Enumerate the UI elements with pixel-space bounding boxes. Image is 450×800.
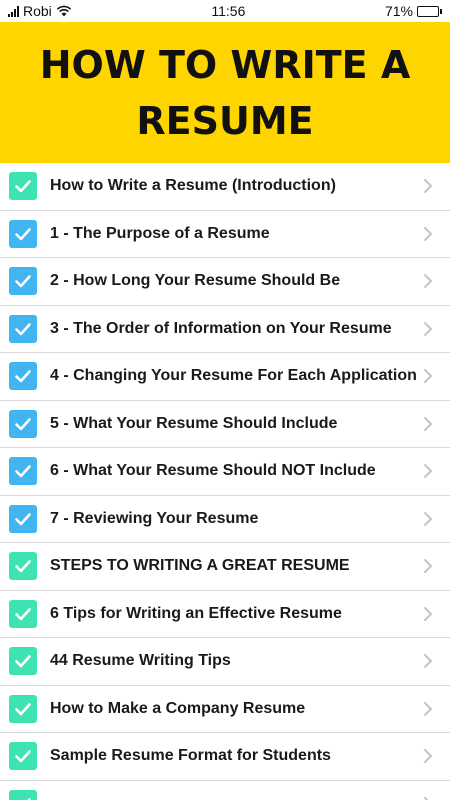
list-item[interactable]: How to Write a Resume (Introduction)	[0, 163, 450, 211]
checkbox-checked-icon	[9, 409, 37, 438]
list-item[interactable]: 44 Resume Writing Tips	[0, 638, 450, 686]
list-item[interactable]: 3 - The Order of Information on Your Res…	[0, 305, 450, 353]
checkbox-checked-icon	[9, 647, 37, 676]
chevron-right-icon	[416, 416, 440, 432]
list-item[interactable]: STEPS TO WRITING A GREAT RESUME	[0, 543, 450, 591]
chapter-list: How to Write a Resume (Introduction) 1 - …	[0, 163, 450, 800]
list-item-label: 7 - Reviewing Your Resume	[50, 509, 259, 527]
app-header: HOW TO WRITE A RESUME	[0, 22, 450, 163]
list-item[interactable]: 2 - How Long Your Resume Should Be	[0, 258, 450, 306]
checkbox-checked-icon	[9, 504, 37, 533]
checkbox-checked-icon	[9, 314, 37, 343]
list-item-label: 6 Tips for Writing an Effective Resume	[50, 604, 342, 622]
chevron-right-icon	[416, 653, 440, 669]
checkbox-checked-icon	[9, 362, 37, 391]
signal-icon	[8, 5, 19, 17]
checkbox-checked-icon	[9, 172, 37, 201]
list-item[interactable]: 5 - What Your Resume Should Include	[0, 400, 450, 448]
list-item-label: 3 - The Order of Information on Your Res…	[50, 319, 392, 337]
chevron-right-icon	[416, 796, 440, 800]
chevron-right-icon	[416, 463, 440, 479]
chevron-right-icon	[416, 273, 440, 289]
list-item-label: Sample Resume Format for Students	[50, 747, 331, 765]
battery-percent: 71%	[384, 3, 413, 19]
list-item-label: 2 - How Long Your Resume Should Be	[50, 272, 341, 290]
chevron-right-icon	[416, 321, 440, 337]
list-item-label: 6 - What Your Resume Should NOT Include	[50, 462, 376, 480]
chevron-right-icon	[416, 511, 440, 527]
list-item[interactable]: 7 - Reviewing Your Resume	[0, 495, 450, 543]
page-title: HOW TO WRITE A RESUME	[39, 42, 411, 143]
list-item-label: 5 - What Your Resume Should Include	[50, 414, 338, 432]
list-item[interactable]: 1 - The Purpose of a Resume	[0, 210, 450, 258]
list-item-label: How to Write a Resume (Introduction)	[50, 177, 336, 195]
list-item[interactable]: Sample Resume Format for Students	[0, 733, 450, 781]
checkbox-checked-icon	[9, 457, 37, 486]
clock: 11:56	[211, 3, 246, 19]
checkbox-checked-icon	[9, 789, 37, 800]
list-item[interactable]: 4 - Changing Your Resume For Each Applic…	[0, 353, 450, 401]
checkbox-checked-icon	[9, 599, 37, 628]
list-item-label: 4 - Changing Your Resume For Each Applic…	[50, 367, 416, 385]
list-item-label: STEPS TO WRITING A GREAT RESUME	[50, 557, 350, 575]
chevron-right-icon	[416, 606, 440, 622]
checkbox-checked-icon	[9, 552, 37, 581]
checkbox-checked-icon	[9, 219, 37, 248]
status-bar: Robi 11:56 71%	[0, 0, 450, 22]
checkbox-checked-icon	[9, 742, 37, 771]
list-item-label: How to Make a Company Resume	[50, 699, 306, 717]
chevron-right-icon	[416, 701, 440, 717]
carrier-name: Robi	[23, 3, 52, 19]
list-item[interactable]: 6 Tips for Writing an Effective Resume	[0, 590, 450, 638]
battery-icon	[416, 5, 442, 17]
list-item-label: 1 - The Purpose of a Resume	[50, 224, 270, 242]
chevron-right-icon	[416, 226, 440, 242]
list-item[interactable]: 6 - What Your Resume Should NOT Include	[0, 448, 450, 496]
list-item-label: 44 Resume Writing Tips	[50, 652, 231, 670]
list-item[interactable]: How to Make a Company Resume	[0, 685, 450, 733]
checkbox-checked-icon	[9, 694, 37, 723]
chevron-right-icon	[416, 368, 440, 384]
chevron-right-icon	[416, 178, 440, 194]
checkbox-checked-icon	[9, 267, 37, 296]
wifi-icon	[56, 5, 71, 17]
list-item[interactable]	[0, 780, 450, 800]
chevron-right-icon	[416, 558, 440, 574]
chevron-right-icon	[416, 748, 440, 764]
